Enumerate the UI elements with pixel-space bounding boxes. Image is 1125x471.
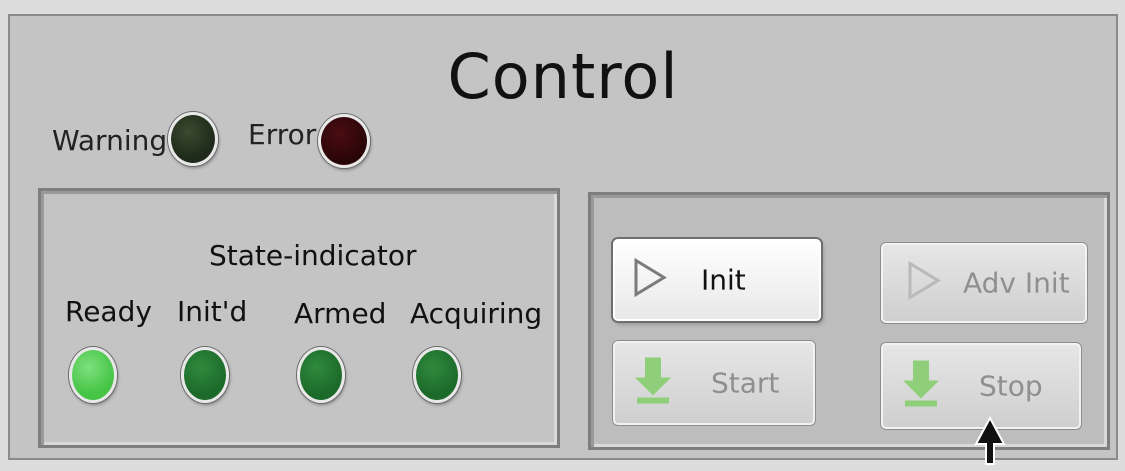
start-button-label: Start [711,366,780,400]
state-label-initd: Init'd [177,295,248,328]
adv-init-button-label: Adv Init [963,266,1070,300]
state-led-acquiring [413,347,461,403]
download-arrow-icon [901,359,941,414]
state-led-initd [181,347,229,403]
state-label-acquiring: Acquiring [410,297,543,330]
mouse-cursor-icon [972,415,1008,471]
state-led-armed [297,347,345,403]
play-icon [633,257,667,303]
state-indicator-group: State-indicator Ready Init'd Armed Acqui… [38,188,560,448]
stop-button-label: Stop [979,369,1043,403]
page-title: Control [447,40,679,113]
state-led-ready [69,347,117,403]
error-indicator [318,114,370,168]
state-label-ready: Ready [65,295,152,328]
command-button-group: Init Adv Init Start Stop [588,192,1110,450]
init-button-label: Init [701,263,746,297]
start-button[interactable]: Start [613,341,815,425]
state-indicator-title: State-indicator [209,239,417,272]
warning-indicator [168,112,218,166]
warning-label: Warning [52,124,168,157]
init-button[interactable]: Init [613,239,821,321]
control-panel: Control Warning Error State-indicator Re… [8,14,1118,460]
state-label-armed: Armed [294,297,387,330]
play-icon [907,260,941,306]
adv-init-button[interactable]: Adv Init [881,243,1087,323]
error-label: Error [248,118,317,151]
download-arrow-icon [633,356,673,411]
